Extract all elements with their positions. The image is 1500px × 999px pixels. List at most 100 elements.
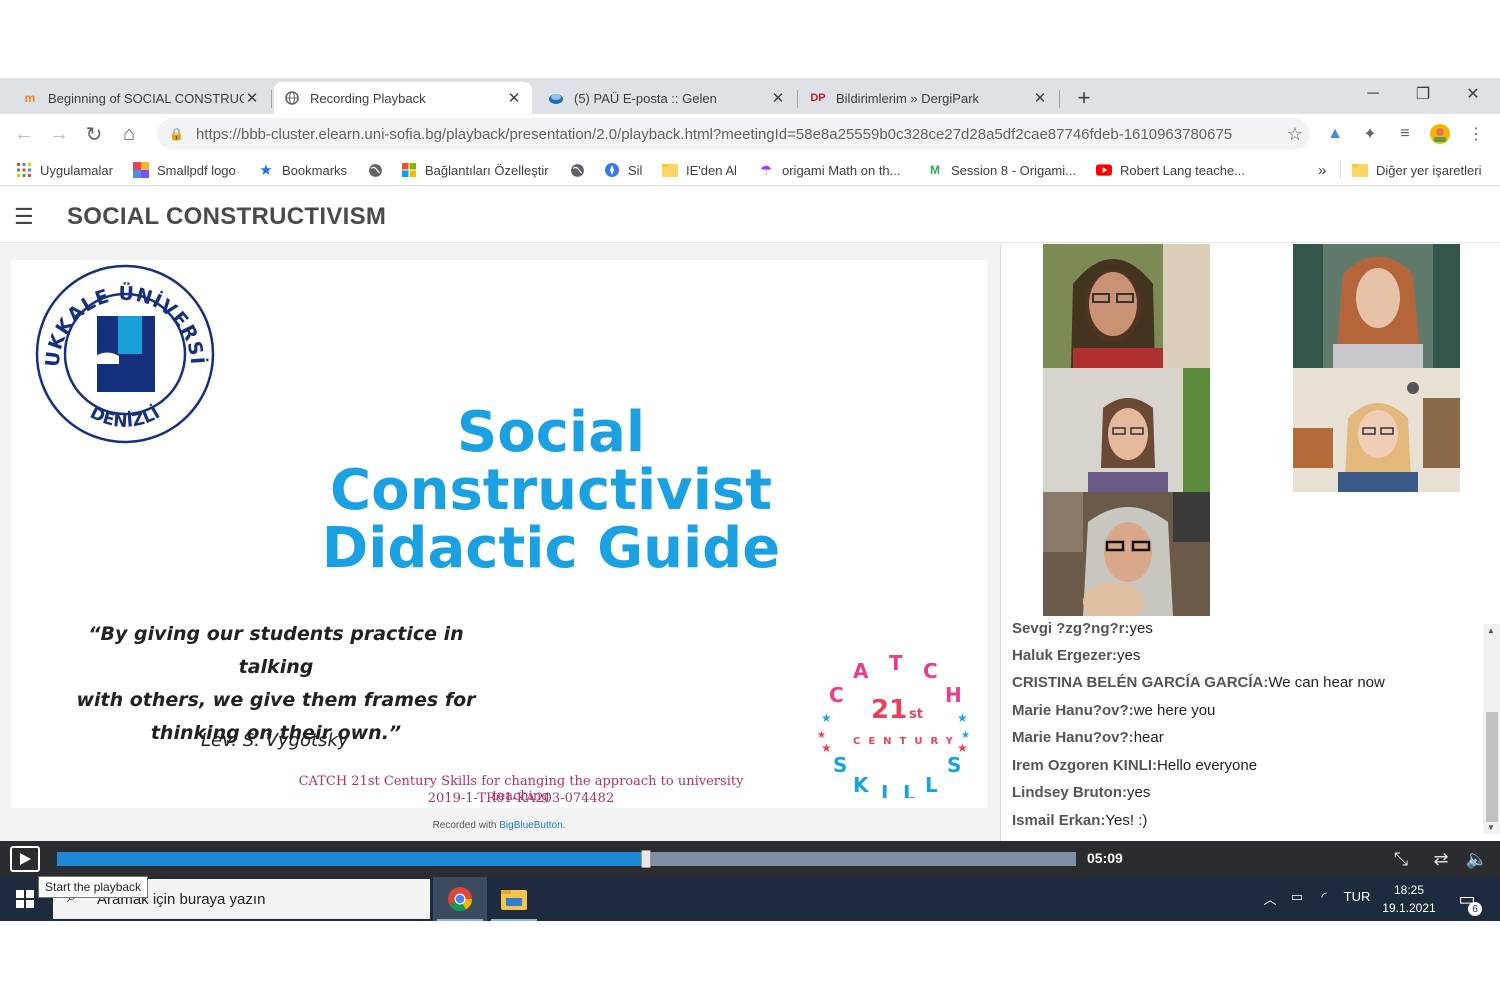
fullscreen-icon[interactable]: ⤡ — [1390, 848, 1412, 870]
playback-time: 05:09 — [1087, 850, 1123, 866]
chat-log: Sevgi ?zg?ng?r:yes Haluk Ergezer:yes CRI… — [1001, 620, 1483, 840]
bookmark-delete[interactable]: Sil — [604, 160, 642, 180]
profile-avatar[interactable] — [1428, 122, 1452, 146]
close-icon[interactable]: ✕ — [506, 89, 522, 107]
tab-dergipark[interactable]: DP Bildirimlerim » DergiPark ✕ — [800, 82, 1058, 114]
new-tab-button[interactable]: + — [1070, 84, 1098, 112]
bookmark-other[interactable]: Diğer yer işaretleri — [1352, 160, 1481, 180]
webcams-and-chat-panel: Sevgi ?zg?ng?r:yes Haluk Ergezer:yes CRI… — [1000, 244, 1500, 841]
scroll-down-arrow-icon[interactable]: ▼ — [1487, 823, 1495, 832]
close-window-button[interactable]: ✕ — [1450, 80, 1496, 108]
minimize-button[interactable]: ─ — [1350, 80, 1396, 108]
back-button[interactable]: ← — [12, 122, 36, 146]
smallpdf-icon — [133, 162, 149, 178]
bookmark-apps[interactable]: Uygulamalar — [16, 160, 113, 180]
graduation-cap-extension-icon[interactable]: ▲ — [1323, 122, 1347, 146]
chat-text: Yes! :) — [1105, 812, 1148, 829]
show-hidden-icons-chevron-icon[interactable]: ︿ — [1260, 889, 1280, 908]
youtube-icon — [1096, 162, 1112, 178]
taskbar-clock[interactable]: 18:25 19.1.2021 — [1378, 881, 1440, 917]
notification-center-icon[interactable]: ▭ 6 — [1452, 889, 1482, 916]
media-queue-icon[interactable]: ≡ — [1393, 122, 1417, 146]
bookmark-globe-2[interactable] — [569, 160, 593, 180]
chat-text: yes — [1117, 647, 1141, 664]
folder-icon — [501, 890, 527, 910]
bigbluebutton-link[interactable]: BigBlueButton. — [499, 820, 565, 831]
play-button[interactable] — [10, 846, 40, 872]
umbrella-icon: ☂ — [759, 161, 773, 178]
chat-text: yes — [1127, 784, 1151, 801]
battery-icon[interactable]: ▭ — [1286, 889, 1308, 905]
chat-message: Marie Hanu?ov?:we here you — [1012, 702, 1215, 719]
chat-user: Marie Hanu?ov?: — [1012, 729, 1134, 746]
bookmark-bookmarks[interactable]: ★ Bookmarks — [258, 160, 347, 180]
svg-text:★: ★ — [821, 741, 832, 755]
chat-message: Lindsey Bruton:yes — [1012, 784, 1150, 801]
address-bar[interactable]: 🔒 https://bbb-cluster.elearn.uni-sofia.b… — [157, 118, 1310, 150]
tab-label: Beginning of SOCIAL CONSTRUC — [48, 90, 244, 106]
catch-21st-century-skills-logo: C A T C H 21 st CENTURY S K I L L S ★ ★ … — [811, 648, 981, 805]
bookmark-import-ie[interactable]: IE'den Al — [662, 160, 737, 180]
chat-scrollbar-thumb[interactable] — [1486, 712, 1498, 822]
playback-progress-bar[interactable] — [57, 850, 1076, 868]
webcam-video — [1293, 368, 1460, 492]
more-menu-icon[interactable]: ⋮ — [1464, 122, 1488, 146]
tab-email[interactable]: (5) PAÜ E-posta :: Gelen ✕ — [538, 82, 796, 114]
taskbar-file-explorer[interactable] — [487, 877, 541, 921]
playback-scrubber-handle[interactable] — [640, 850, 651, 868]
bookmark-robert-lang[interactable]: Robert Lang teache... — [1096, 160, 1245, 180]
webcam-video — [1043, 492, 1210, 616]
bookmark-session-8[interactable]: M Session 8 - Origami... — [927, 160, 1076, 180]
bookmarks-overflow-button[interactable]: » — [1318, 160, 1326, 180]
tab-recording-playback[interactable]: Recording Playback ✕ — [274, 82, 532, 114]
quote-author: Lev. S. Vygotsky — [201, 730, 349, 751]
bookmark-star-icon[interactable]: ☆ — [1280, 124, 1310, 145]
bookmark-label: IE'den Al — [686, 162, 737, 178]
bookmarks-bar: Uygulamalar Smallpdf logo ★ Bookmarks Ba… — [0, 154, 1500, 186]
svg-text:S: S — [833, 753, 847, 777]
chat-message: Marie Hanu?ov?:hear — [1012, 729, 1164, 746]
play-button-tooltip: Start the playback — [38, 876, 149, 898]
svg-text:I: I — [881, 781, 888, 798]
svg-text:S: S — [947, 753, 961, 777]
wifi-icon[interactable]: ◜ — [1313, 889, 1335, 905]
bookmark-smallpdf[interactable]: Smallpdf logo — [133, 160, 236, 180]
restore-button[interactable]: ❐ — [1400, 80, 1446, 108]
hamburger-menu-icon[interactable]: ☰ — [14, 206, 36, 228]
close-icon[interactable]: ✕ — [244, 89, 260, 107]
dergipark-icon: DP — [810, 92, 826, 104]
svg-text:★: ★ — [821, 711, 832, 725]
puzzle-extensions-icon[interactable]: ✦ — [1358, 122, 1382, 146]
chrome-icon — [448, 887, 472, 912]
project-code: 2019-1-TR01-KA203-074482 — [427, 791, 615, 806]
close-icon[interactable]: ✕ — [770, 89, 786, 107]
compass-icon — [604, 162, 620, 178]
chat-user: Lindsey Bruton: — [1012, 784, 1127, 801]
globe-icon — [367, 162, 383, 178]
forward-button[interactable]: → — [47, 122, 71, 146]
home-button[interactable]: ⌂ — [117, 122, 141, 146]
reload-button[interactable]: ↻ — [82, 122, 106, 146]
chat-message: Haluk Ergezer:yes — [1012, 647, 1140, 664]
browser-toolbar: ← → ↻ ⌂ 🔒 https://bbb-cluster.elearn.uni… — [0, 114, 1500, 154]
scroll-up-arrow-icon[interactable]: ▲ — [1487, 626, 1495, 635]
bookmark-label: Sil — [628, 162, 643, 178]
roundcube-icon — [548, 90, 564, 106]
bookmark-globe[interactable] — [367, 160, 391, 180]
bookmark-origami-math[interactable]: ☂ origami Math on th... — [758, 160, 901, 180]
recorded-with-credit: Recorded with BigBlueButton. — [11, 820, 987, 831]
chat-scrollbar[interactable]: ▲ ▼ — [1483, 624, 1500, 834]
bookmark-customize-links[interactable]: Bağlantıları Özelleştir — [401, 160, 549, 180]
close-icon[interactable]: ✕ — [1032, 89, 1048, 107]
playback-progress-fill — [57, 852, 646, 866]
slide-title-line: Social — [456, 400, 646, 465]
svg-text:C: C — [923, 659, 938, 683]
chat-user: Sevgi ?zg?ng?r: — [1012, 620, 1130, 637]
swap-layout-icon[interactable]: ⇄ — [1430, 848, 1452, 870]
chat-text: Hello everyone — [1157, 757, 1258, 774]
globe-icon — [284, 90, 300, 106]
tab-moodle[interactable]: m Beginning of SOCIAL CONSTRUC ✕ — [12, 82, 270, 114]
input-language[interactable]: TUR — [1340, 889, 1374, 904]
volume-icon[interactable]: 🔈 — [1466, 848, 1488, 870]
taskbar-chrome[interactable] — [433, 877, 487, 921]
